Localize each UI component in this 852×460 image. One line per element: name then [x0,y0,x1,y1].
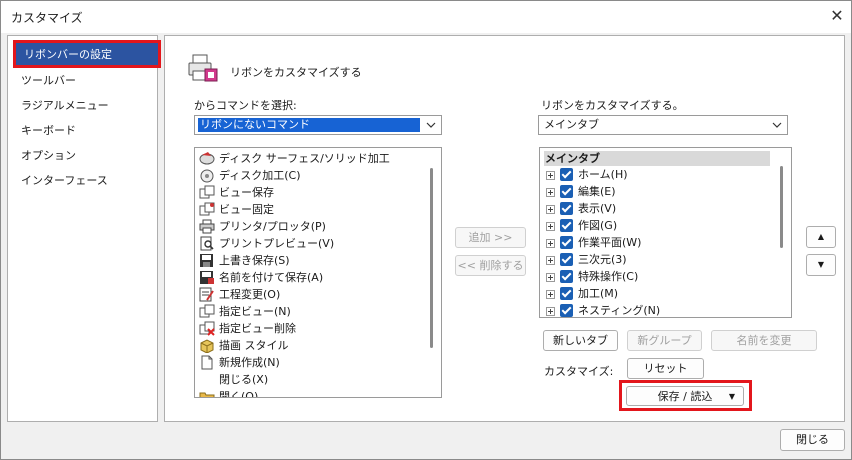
window-title: カスタマイズ [11,11,83,25]
move-down-button[interactable]: ▼ [806,254,836,276]
add-button[interactable]: 追加 >> [455,227,526,248]
view-save-icon [199,185,215,199]
left-combo-label: からコマンドを選択: [194,99,297,112]
chevron-down-icon [426,122,436,128]
checkbox-icon[interactable] [560,168,573,181]
close-button[interactable]: 閉じる [780,429,845,451]
open-folder-icon [199,392,215,397]
expand-icon[interactable] [546,273,555,282]
named-view-icon [199,304,215,318]
disk-icon [200,169,214,183]
expand-icon[interactable] [546,222,555,231]
delete-view-icon [199,321,215,336]
command-source-value: リボンにないコマンド [198,118,420,132]
print-preview-icon [200,236,214,251]
sidebar-item-options[interactable]: オプション [21,147,76,163]
new-file-icon [201,355,213,370]
expand-icon[interactable] [546,256,555,265]
reset-button[interactable]: リセット [627,358,704,379]
remove-button[interactable]: << 削除する [455,255,526,276]
ribbon-printer-icon [188,54,218,82]
arrow-down-icon: ▼ [817,260,825,269]
sidebar-item-ribbon-settings[interactable]: リボンバーの設定 [13,40,161,68]
disk-surface-icon [199,152,215,165]
command-source-select[interactable]: リボンにないコマンド [194,115,442,135]
save-as-icon [200,271,214,284]
move-up-button[interactable]: ▲ [806,226,836,248]
checkbox-icon[interactable] [560,287,573,300]
sidebar-item-interface[interactable]: インターフェース [21,172,108,188]
rename-button[interactable]: 名前を変更 [711,330,817,351]
ribbon-tab-select[interactable]: メインタブ [538,115,788,135]
expand-icon[interactable] [546,205,555,214]
customize-label: カスタマイズ: [544,365,614,378]
sidebar-item-keyboard[interactable]: キーボード [21,122,76,138]
ribbon-tab-value: メインタブ [544,118,599,131]
checkbox-icon[interactable] [560,270,573,283]
chevron-down-icon [772,122,782,128]
save-load-button[interactable]: 保存 / 読込 ▼ [626,386,744,406]
ribbon-tab-tree[interactable]: メインタブ ホーム(H) 編集(E) 表示(V) 作図(G) 作業平面(W) 三… [539,147,792,318]
render-style-icon [200,339,214,353]
checkbox-icon[interactable] [560,253,573,266]
process-change-icon [199,287,214,302]
expand-icon[interactable] [546,188,555,197]
expand-icon[interactable] [546,290,555,299]
command-list[interactable]: ディスク サーフェス/ソリッド加工 ディスク加工(C) ビュー保存 ビュー固定 … [194,147,442,398]
arrow-up-icon: ▲ [817,232,825,241]
sidebar-item-toolbar[interactable]: ツールバー [21,72,76,88]
panel-heading: リボンをカスタマイズする [230,66,362,79]
expand-icon[interactable] [546,307,555,316]
checkbox-icon[interactable] [560,185,573,198]
tree-header: メインタブ [544,151,770,166]
tree-scrollbar[interactable] [780,166,783,248]
new-group-button[interactable]: 新グループ [627,330,702,351]
right-combo-label: リボンをカスタマイズする。 [541,99,684,112]
checkbox-icon[interactable] [560,304,573,317]
expand-icon[interactable] [546,239,555,248]
printer-icon [199,219,215,234]
close-icon[interactable]: ✕ [823,3,851,29]
command-list-scrollbar[interactable] [430,168,433,348]
sidebar-item-radial-menu[interactable]: ラジアルメニュー [21,97,109,113]
ribbon-customize-panel: リボンをカスタマイズする からコマンドを選択: リボンにないコマンド リボンをカ… [164,35,845,422]
checkbox-icon[interactable] [560,236,573,249]
checkbox-icon[interactable] [560,202,573,215]
save-load-label: 保存 / 読込 [657,390,713,403]
checkbox-icon[interactable] [560,219,573,232]
title-bar: カスタマイズ ✕ [1,1,851,33]
expand-icon[interactable] [546,171,555,180]
save-icon [200,254,213,267]
dropdown-arrow-icon: ▼ [728,392,735,401]
view-pin-icon [199,202,215,216]
new-tab-button[interactable]: 新しいタブ [543,330,618,351]
customize-dialog: カスタマイズ ✕ リボンバーの設定 ツールバー ラジアルメニュー キーボード オ… [0,0,852,460]
category-sidebar: リボンバーの設定 ツールバー ラジアルメニュー キーボード オプション インター… [7,35,161,422]
